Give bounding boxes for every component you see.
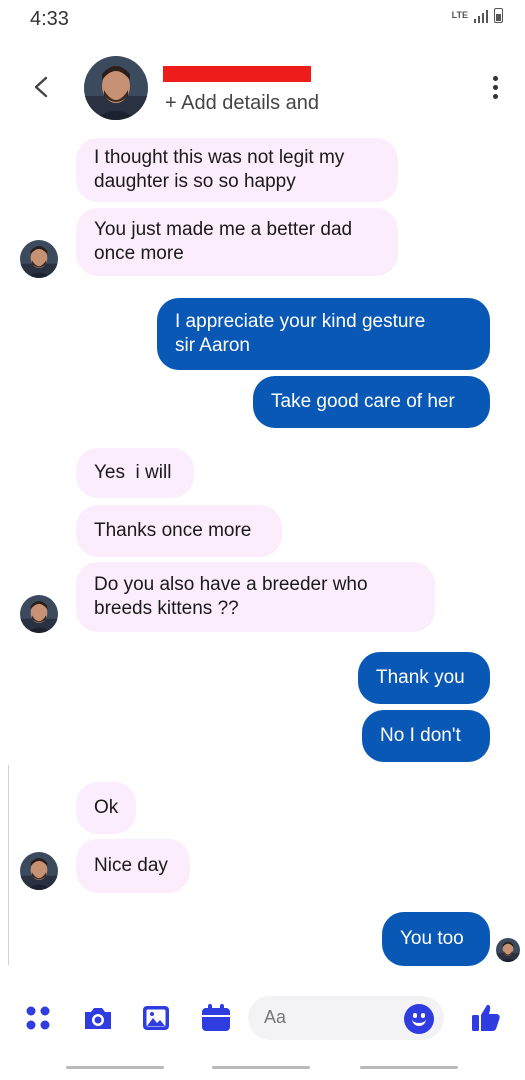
message-text: daughter is so so happy [94,171,296,192]
status-bar: 4:33 LTE [0,0,525,40]
message-outgoing[interactable]: Thank you [358,652,490,704]
sender-avatar[interactable] [20,852,58,890]
status-icons: LTE [452,8,503,23]
nav-home-indicator[interactable] [212,1066,310,1069]
message-text: once more [94,243,184,264]
divider [8,765,9,965]
redacted-contact-name [163,66,311,82]
camera-icon[interactable] [82,1002,114,1034]
conversation-header: + Add details and [0,50,525,126]
nav-recents-indicator[interactable] [66,1066,164,1069]
sender-avatar[interactable] [20,595,58,633]
message-text: Ok [94,797,119,818]
message-incoming[interactable]: Do you also have a breeder who breeds kit… [76,562,435,632]
message-outgoing[interactable]: You too [382,912,490,966]
message-composer: Aa [0,990,525,1050]
message-text: I appreciate your kind gesture [175,311,426,332]
message-text: I thought this was not legit my [94,147,345,168]
seen-receipt-avatar [496,938,520,962]
status-time: 4:33 [30,8,69,30]
message-text: You too [400,928,464,949]
nav-back-indicator[interactable] [360,1066,458,1069]
message-text: You just made me a better dad [94,219,353,240]
sender-avatar[interactable] [20,240,58,278]
message-text: Yes i will [94,462,172,483]
message-outgoing[interactable]: Take good care of her [253,376,490,428]
message-text: No I don't [380,725,461,746]
network-type-label: LTE [451,10,468,20]
emoji-icon[interactable] [404,1004,434,1034]
message-incoming[interactable]: Yes i will [76,448,194,498]
gallery-icon[interactable] [140,1002,172,1034]
add-details-link[interactable]: + Add details and [165,92,319,115]
back-arrow-icon[interactable] [30,72,54,102]
message-text: Nice day [94,855,168,876]
message-incoming[interactable]: Ok [76,782,136,834]
message-text: breeds kittens ?? [94,598,239,619]
signal-icon [474,9,488,23]
message-text: sir Aaron [175,335,250,356]
contact-avatar[interactable] [84,56,148,120]
message-text: Thank you [376,667,465,688]
message-incoming[interactable]: You just made me a better dad once more [76,208,398,276]
message-text: Take good care of her [271,391,455,412]
message-incoming[interactable]: Thanks once more [76,505,282,557]
message-text: Thanks once more [94,520,252,541]
system-navigation-bar [0,1060,525,1080]
more-options-icon[interactable] [491,76,499,100]
like-icon[interactable] [470,1002,502,1034]
message-text: Do you also have a breeder who [94,574,368,595]
message-incoming[interactable]: Nice day [76,839,190,893]
message-input-placeholder: Aa [264,1007,287,1027]
message-incoming[interactable]: I thought this was not legit my daughter … [76,138,398,202]
message-outgoing[interactable]: No I don't [362,710,490,762]
message-outgoing[interactable]: I appreciate your kind gesture sir Aaron [157,298,490,370]
battery-icon [494,8,503,23]
apps-icon[interactable] [22,1002,54,1034]
calendar-icon[interactable] [200,1002,232,1034]
